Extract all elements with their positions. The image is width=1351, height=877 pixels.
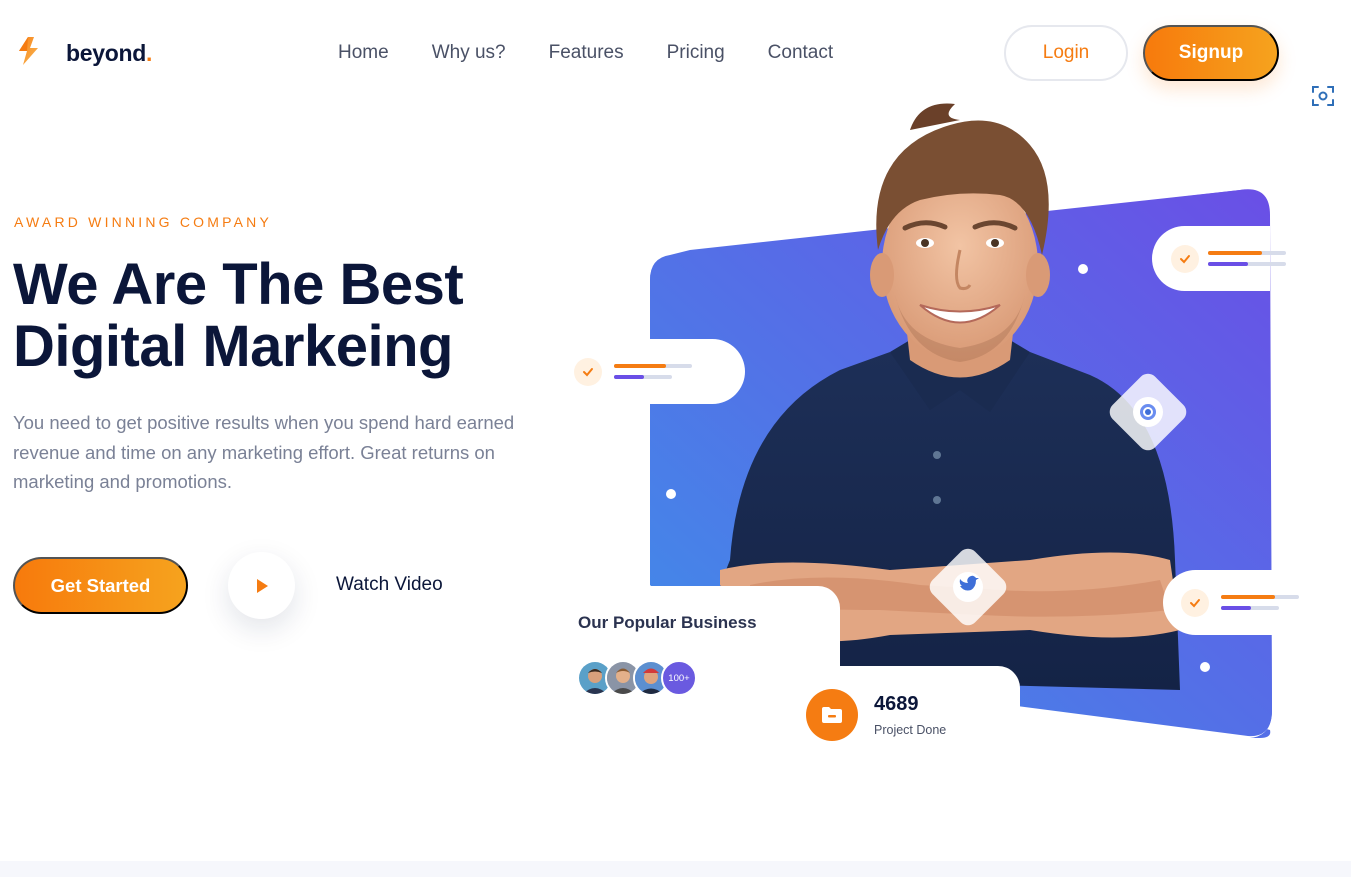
decor-dot: [1078, 264, 1088, 274]
check-icon: [1181, 589, 1209, 617]
hero-headline: We Are The Best Digital Markeing: [13, 254, 573, 378]
progress-bar-fill: [1208, 262, 1248, 266]
brand-dot: .: [145, 40, 153, 66]
hero-subtext: You need to get positive results when yo…: [13, 412, 515, 492]
check-icon: [574, 358, 602, 386]
avatar-group[interactable]: 100+: [577, 660, 697, 696]
project-done-value: 4689: [874, 693, 919, 715]
progress-bar-fill: [1221, 606, 1251, 610]
stat-card-top-right: [1152, 226, 1270, 291]
nav-item-features[interactable]: Features: [549, 42, 624, 64]
bolt-logo-icon: [19, 37, 38, 65]
nav-item-why-us[interactable]: Why us?: [432, 42, 506, 64]
nav-item-contact[interactable]: Contact: [768, 42, 833, 64]
chat-bubble-icon: [1140, 404, 1156, 420]
brand-name[interactable]: beyond.: [66, 40, 152, 67]
progress-bar-fill: [1221, 595, 1275, 599]
progress-bar-fill: [614, 364, 666, 368]
stat-card-top-right-ext: [1268, 226, 1296, 291]
play-video-button[interactable]: [228, 552, 295, 619]
folder-icon: [806, 689, 858, 741]
play-icon: [256, 578, 268, 593]
nav-item-pricing[interactable]: Pricing: [667, 42, 725, 64]
avatar-more-count: 100+: [661, 660, 697, 696]
brand-name-text: beyond: [66, 40, 146, 66]
decor-dot: [666, 489, 676, 499]
next-section-strip: [0, 861, 1351, 877]
nav-item-home[interactable]: Home: [338, 42, 389, 64]
get-started-button[interactable]: Get Started: [13, 557, 188, 614]
login-button[interactable]: Login: [1004, 25, 1128, 81]
progress-bar-fill: [1208, 251, 1262, 255]
signup-button[interactable]: Signup: [1143, 25, 1279, 81]
hero-headline-line2: Digital Markeing: [13, 314, 453, 379]
brand-logo[interactable]: [16, 36, 42, 66]
hero-eyebrow: AWARD WINNING COMPANY: [14, 214, 273, 230]
progress-bar-fill: [614, 375, 644, 379]
check-icon: [1171, 245, 1199, 273]
main-nav: Home Why us? Features Pricing Contact: [338, 42, 876, 64]
popular-business-title: Our Popular Business: [578, 613, 757, 632]
hero-headline-line1: We Are The Best: [13, 252, 464, 317]
watch-video-link[interactable]: Watch Video: [336, 574, 443, 596]
decor-dot: [1200, 662, 1210, 672]
project-done-label: Project Done: [874, 723, 947, 737]
